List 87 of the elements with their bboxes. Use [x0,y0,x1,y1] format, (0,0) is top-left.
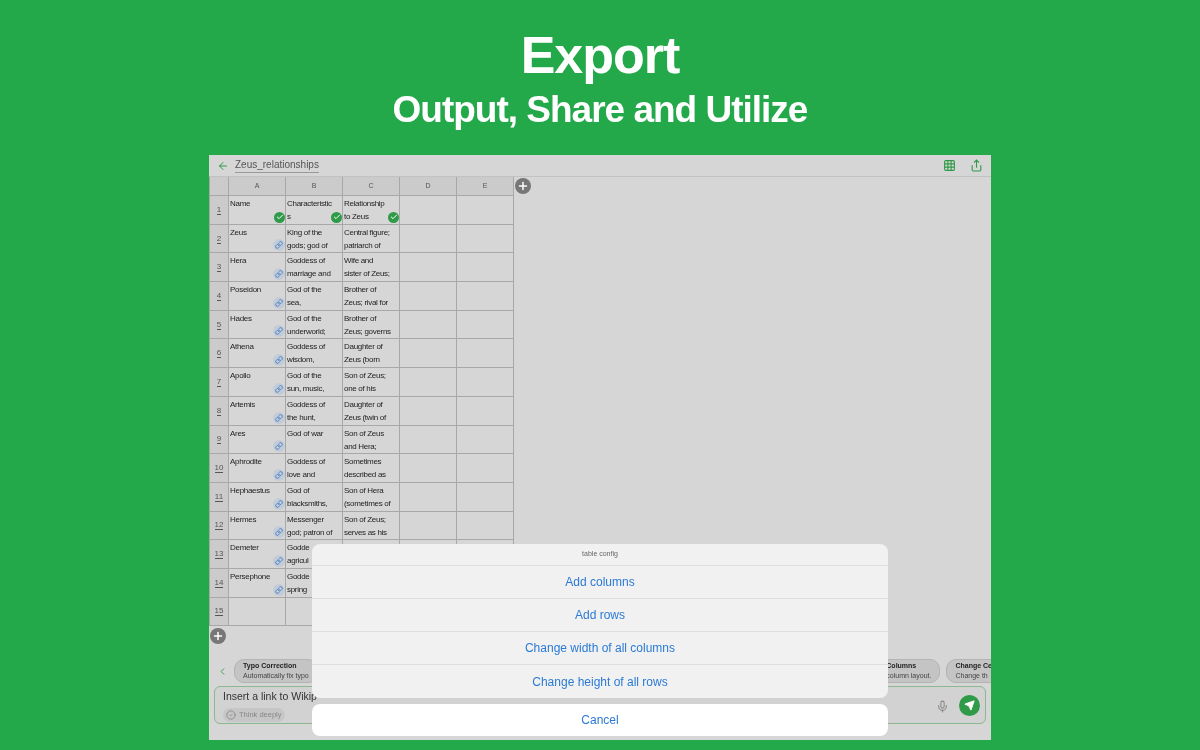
table-cell-text: Central figure; patriarch of [344,226,390,252]
action-option[interactable]: Change width of all columns [312,632,888,665]
link-icon[interactable] [273,296,285,309]
row-number[interactable]: 13 [210,540,229,568]
table-cell-text: Son of Zeus; one of his [344,370,386,396]
table-cell-text: Sometimes described as [344,456,386,482]
table-cell-text: Apollo [230,370,251,383]
link-icon[interactable] [273,554,285,567]
table-cell-text: Goddess of love and [287,456,325,482]
table-cell-text: Persephone [230,570,271,583]
table-cell-text: Wife and sister of Zeus; [344,255,390,281]
row-number[interactable]: 1 [210,196,229,224]
share-icon[interactable] [970,159,983,172]
table-cell-text: Athena [230,341,254,354]
send-button[interactable] [959,695,980,716]
table-cell-text: Hephaestus [230,484,270,497]
table-cell-text: Goddess of wisdom, [287,341,325,367]
table-cell-text: Hermes [230,513,257,526]
check-icon [274,211,285,223]
file-name[interactable]: Zeus_relationships [235,158,319,173]
table-cell-text: Messenger god; patron of [287,513,333,539]
hero-title: Export [520,26,680,84]
table-cell-text: Brother of Zeus; rival for [344,284,388,310]
row-number[interactable]: 5 [210,310,229,339]
row-number[interactable]: 6 [210,339,229,368]
grid-icon[interactable] [943,159,956,172]
row-number[interactable]: 14 [210,568,229,597]
action-option[interactable]: Add rows [312,599,888,632]
table-cell-text: God of the sun, music, [287,370,325,396]
link-icon[interactable] [273,526,285,539]
row-number[interactable]: 8 [210,396,229,425]
table-cell-text: Godde spring [287,570,310,596]
add-row-icon[interactable] [210,628,226,645]
table-cell-text: God of war [287,427,324,440]
row-number[interactable]: 11 [210,482,229,511]
add-column-icon[interactable] [515,178,531,194]
link-icon[interactable] [273,411,285,424]
table-cell-text: Relationship to Zeus [344,198,385,223]
check-icon [331,211,342,223]
hero-subtitle: Output, Share and Utilize [392,88,808,132]
back-icon[interactable] [217,159,229,172]
table-cell-text: Aphrodite [230,456,262,469]
send-icon [964,700,975,711]
table-cell-text: Artemis [230,398,255,411]
link-icon[interactable] [273,325,285,338]
link-icon[interactable] [273,583,285,596]
table-cell-text: Characteristic s [287,198,332,223]
row-number[interactable]: 9 [210,425,229,454]
row-number[interactable]: 2 [210,224,229,253]
table-cell-text: Demeter [230,542,259,555]
cancel-button[interactable]: Cancel [312,704,888,736]
row-number[interactable]: 3 [210,253,229,282]
table-cell-text: God of the underworld; [287,312,326,338]
table-cell-text: Son of Zeus and Hera; [344,427,384,453]
table-cell-text: Brother of Zeus; governs [344,312,391,338]
link-icon[interactable] [273,440,285,453]
table-cell-text: Daughter of Zeus (twin of [344,398,386,424]
row-number[interactable]: 7 [210,368,229,396]
check-icon [388,211,399,223]
link-icon[interactable] [273,354,285,367]
table-cell-text: Poseidon [230,284,261,297]
link-icon[interactable] [273,497,285,510]
table-cell-text: God of the sea, [287,284,322,310]
link-icon[interactable] [273,268,285,281]
row-number[interactable]: 10 [210,454,229,482]
table-cell-text: God of blacksmiths, [287,484,328,510]
table-cell-text: Hades [230,312,252,325]
link-icon[interactable] [273,382,285,395]
table-cell-text: Goddess of the hunt, [287,398,325,424]
link-icon[interactable] [273,239,285,252]
row-number[interactable]: 15 [210,597,229,626]
table-cell-text: Son of Hera (sometimes of [344,484,391,510]
table-cell-text: Hera [230,255,247,268]
table-cell-text: Son of Zeus; serves as his [344,513,387,539]
link-icon[interactable] [273,468,285,481]
microphone-icon[interactable] [936,700,949,713]
row-number[interactable]: 12 [210,511,229,540]
table-cell-text: Name [230,198,251,210]
table-cell-text: Zeus [230,226,247,239]
action-option[interactable]: Add columns [312,566,888,599]
table-cell-text: King of the gods; god of [287,226,328,252]
table-cell-text: Godde agricul [287,542,310,568]
table-cell-text: Goddess of marriage and [287,255,331,281]
row-number[interactable]: 4 [210,282,229,310]
table-cell-text: Ares [230,427,246,440]
table-cell-text: Daughter of Zeus (born [344,341,383,367]
check-circle-icon [226,710,236,720]
